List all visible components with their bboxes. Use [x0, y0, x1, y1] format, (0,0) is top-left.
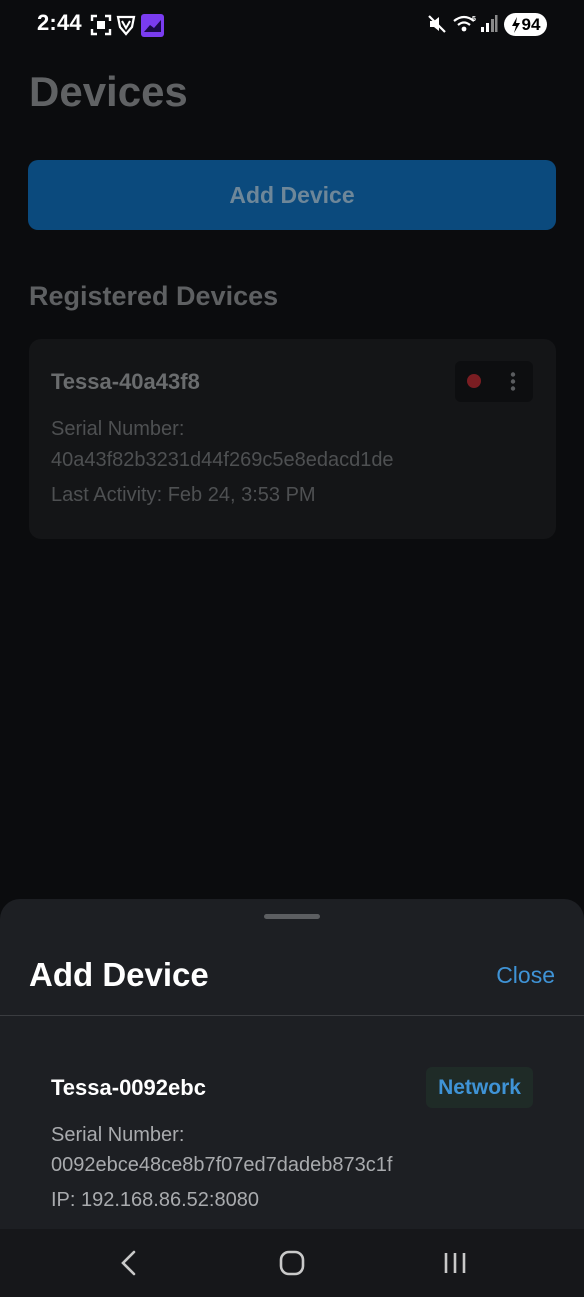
serial-value: 0092ebce48ce8b7f07ed7dadeb873c1f: [51, 1154, 393, 1176]
network-badge: Network: [426, 1067, 533, 1108]
page-title: Devices: [29, 68, 188, 115]
registered-device-card[interactable]: Tessa-40a43f8 Serial Number: 40a43f82b32…: [29, 339, 556, 539]
device-ip: IP: 192.168.86.52:8080: [51, 1189, 259, 1211]
system-nav-bar: [0, 1229, 584, 1297]
recent-apps-icon[interactable]: [435, 1247, 475, 1279]
sheet-drag-handle[interactable]: [264, 914, 320, 919]
add-device-sheet: Add Device Close Tessa-0092ebc Network S…: [0, 899, 584, 1229]
discovered-device-item[interactable]: Tessa-0092ebc Network Serial Number: 009…: [29, 1049, 556, 1229]
device-name: Tessa-0092ebc: [51, 1075, 206, 1100]
serial-label: Serial Number:: [51, 418, 185, 440]
serial-label: Serial Number:: [51, 1124, 185, 1146]
back-icon[interactable]: [108, 1247, 148, 1279]
home-icon[interactable]: [272, 1247, 312, 1279]
device-name: Tessa-40a43f8: [51, 369, 200, 394]
serial-value: 40a43f82b3231d44f269c5e8edacd1de: [51, 449, 394, 471]
more-options-icon[interactable]: [503, 371, 523, 392]
registered-devices-heading: Registered Devices: [29, 281, 279, 311]
last-activity: Last Activity: Feb 24, 3:53 PM: [51, 484, 316, 506]
sheet-title: Add Device: [29, 956, 209, 993]
device-status-chip: [455, 361, 533, 402]
sheet-divider: [0, 1015, 584, 1016]
status-dot-icon: [467, 374, 481, 388]
close-button[interactable]: Close: [496, 962, 555, 989]
add-device-button[interactable]: Add Device: [28, 160, 556, 230]
